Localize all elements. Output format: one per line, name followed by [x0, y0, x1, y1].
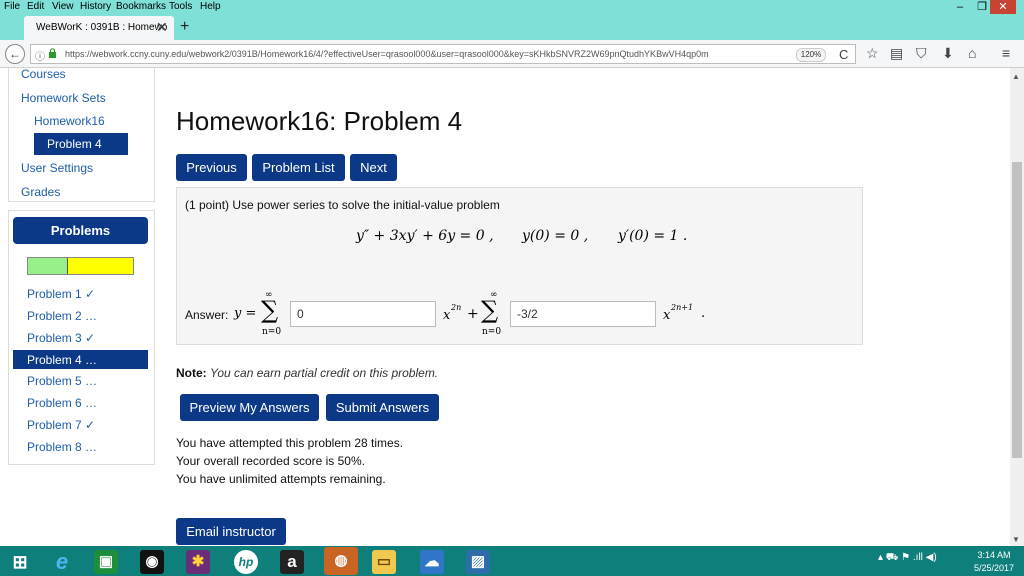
internet-explorer-icon[interactable]: e — [50, 550, 74, 574]
menu-icon[interactable]: ≡ — [1002, 45, 1010, 61]
scrollbar-thumb[interactable] — [1012, 162, 1022, 458]
menu-tools[interactable]: Tools — [169, 1, 192, 12]
submit-answers-button[interactable]: Submit Answers — [326, 394, 439, 421]
next-button[interactable]: Next — [350, 154, 397, 181]
previous-button[interactable]: Previous — [176, 154, 247, 181]
problem-list-button[interactable]: Problem List — [252, 154, 345, 181]
term-x-1: x — [443, 308, 451, 323]
answer-y-equals: y = — [234, 306, 257, 321]
menu-edit[interactable]: Edit — [27, 1, 44, 12]
exponent-2n: 2n — [451, 303, 462, 312]
email-instructor-button[interactable]: Email instructor — [176, 518, 286, 545]
scroll-up-icon[interactable]: ▲ — [1012, 72, 1020, 81]
remaining-attempts-text: You have unlimited attempts remaining. — [176, 472, 386, 486]
note-text: You can earn partial credit on this prob… — [210, 366, 439, 380]
problem-link-1[interactable]: Problem 1 ✓ — [27, 287, 95, 301]
progress-remaining — [68, 258, 133, 274]
answer-label: Answer: — [185, 308, 229, 322]
url-text[interactable]: https://webwork.ccny.cuny.edu/webwork2/0… — [65, 49, 709, 59]
progress-bar — [27, 257, 134, 275]
url-bar[interactable]: ⓘ https://webwork.ccny.cuny.edu/webwork2… — [30, 44, 856, 64]
new-tab-icon[interactable]: + — [180, 18, 189, 36]
system-tray-icons[interactable]: ▴ ⛟ ⚑ .ıll ◀) — [878, 552, 937, 565]
initial-condition-2: y′(0) = 1 . — [618, 228, 688, 244]
firefox-icon[interactable]: ◍ — [324, 547, 358, 575]
store-icon[interactable]: ▣ — [94, 550, 118, 574]
close-tab-icon[interactable]: ✕ — [156, 19, 168, 36]
sigma-2: ∑ — [481, 296, 499, 324]
sidebar-item-user-settings[interactable]: User Settings — [21, 161, 93, 175]
sum-lower-1: n=0 — [262, 327, 282, 337]
info-icon[interactable]: ⓘ — [35, 48, 45, 63]
plus-sign: + — [467, 306, 479, 322]
reader-icon[interactable]: ▤ — [890, 45, 903, 62]
sidebar-item-homework-sets[interactable]: Homework Sets — [21, 91, 106, 105]
sum-lower-2: n=0 — [482, 327, 502, 337]
windows-start-icon[interactable]: ⊞ — [8, 550, 32, 574]
progress-correct — [28, 258, 68, 274]
answer-input-1[interactable] — [290, 301, 436, 327]
problem-link-3[interactable]: Problem 3 ✓ — [27, 331, 95, 345]
zoom-indicator[interactable]: 120% — [796, 48, 826, 62]
camera-app-icon[interactable]: ◉ — [140, 550, 164, 574]
hp-app-icon[interactable]: hp — [234, 550, 258, 574]
menu-history[interactable]: History — [80, 1, 111, 12]
sidebar-item-homework16[interactable]: Homework16 — [34, 114, 105, 128]
score-text: Your overall recorded score is 50%. — [176, 454, 365, 468]
tab-bar: WeBWorK : 0391B : Homewo ✕ + — [0, 16, 1024, 40]
answer-input-2[interactable] — [510, 301, 656, 327]
home-icon[interactable]: ⌂ — [968, 45, 976, 61]
problem-link-8[interactable]: Problem 8 … — [27, 440, 97, 454]
exponent-2n-plus-1: 2n+1 — [671, 303, 694, 312]
term-x-2: x — [663, 308, 671, 323]
minimize-button[interactable]: – — [948, 0, 972, 14]
download-icon[interactable]: ⬇ — [942, 45, 954, 62]
reload-icon[interactable]: C — [839, 47, 848, 62]
menu-file[interactable]: File — [4, 1, 20, 12]
menu-view[interactable]: View — [52, 1, 74, 12]
problems-heading: Problems — [13, 217, 148, 244]
problem-link-label: Problem 4 … — [27, 353, 98, 367]
onedrive-icon[interactable]: ☁ — [420, 550, 444, 574]
star-icon[interactable]: ☆ — [866, 45, 879, 62]
sidebar-item-grades[interactable]: Grades — [21, 185, 60, 199]
menu-help[interactable]: Help — [200, 1, 221, 12]
scroll-down-icon[interactable]: ▼ — [1012, 535, 1020, 544]
menu-bar: File Edit View History Bookmarks Tools H… — [0, 0, 1024, 16]
initial-condition-1: y(0) = 0 , — [522, 228, 589, 244]
pocket-icon[interactable]: ⛉ — [916, 45, 927, 62]
problem-link-2[interactable]: Problem 2 … — [27, 309, 97, 323]
file-explorer-icon[interactable]: ▭ — [372, 550, 396, 574]
photos-icon[interactable]: ▨ — [466, 550, 490, 574]
paint-app-icon[interactable]: ✱ — [186, 550, 210, 574]
restore-button[interactable]: ❐ — [973, 0, 991, 14]
clock-date[interactable]: 5/25/2017 — [970, 563, 1018, 573]
problem-link-4[interactable]: Problem 4 … — [13, 350, 148, 369]
answer-period: . — [701, 306, 706, 321]
preview-answers-button[interactable]: Preview My Answers — [180, 394, 319, 421]
problem-link-7[interactable]: Problem 7 ✓ — [27, 418, 95, 432]
tab-title: WeBWorK : 0391B : Homewo — [36, 22, 168, 33]
note-label: Note: — [176, 366, 207, 380]
attempts-text: You have attempted this problem 28 times… — [176, 436, 404, 450]
menu-bookmarks[interactable]: Bookmarks — [116, 1, 166, 12]
lock-icon — [48, 48, 57, 61]
sidebar-item-courses[interactable]: Courses — [21, 67, 66, 81]
back-button[interactable]: ← — [5, 44, 25, 64]
sigma-1: ∑ — [261, 296, 279, 324]
page-title: Homework16: Problem 4 — [176, 106, 463, 136]
sidebar-item-label: Problem 4 — [47, 137, 102, 151]
problem-link-6[interactable]: Problem 6 … — [27, 396, 97, 410]
clock-time[interactable]: 3:14 AM — [972, 550, 1016, 560]
amazon-icon[interactable]: a — [280, 550, 304, 574]
tab-webwork[interactable]: WeBWorK : 0391B : Homewo ✕ — [24, 16, 174, 40]
close-window-button[interactable]: ✕ — [990, 0, 1016, 14]
sidebar-item-problem4[interactable]: Problem 4 — [34, 133, 128, 155]
problem-link-5[interactable]: Problem 5 … — [27, 374, 97, 388]
partial-credit-note: Note: You can earn partial credit on thi… — [176, 366, 438, 380]
ode-equation: y″ + 3xy′ + 6y = 0 , — [356, 228, 494, 244]
problem-intro: (1 point) Use power series to solve the … — [185, 198, 500, 212]
problems-heading-text: Problems — [50, 223, 111, 238]
